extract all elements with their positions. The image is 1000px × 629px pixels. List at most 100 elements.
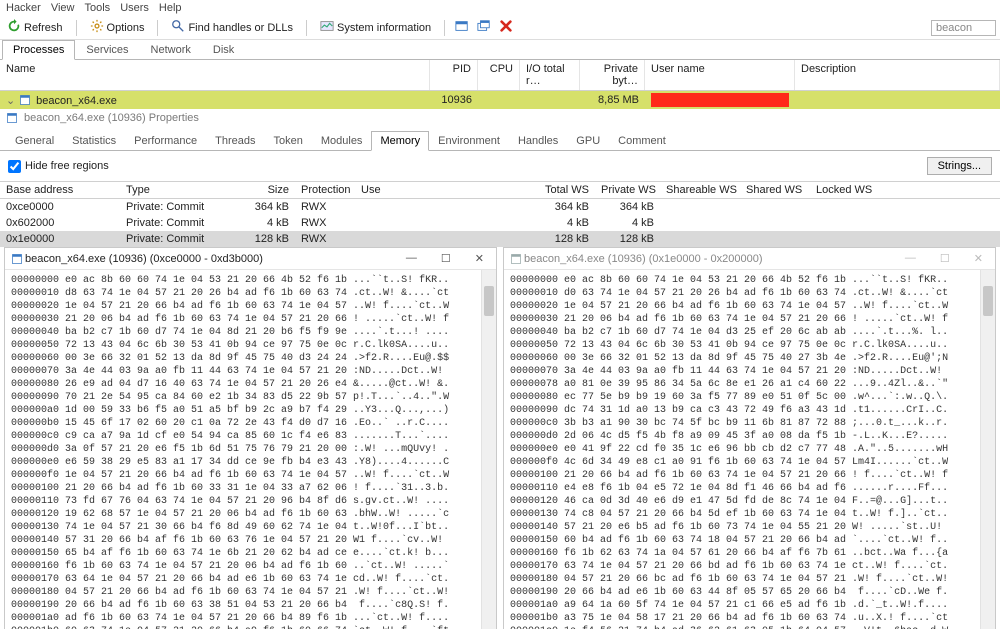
maximize-icon[interactable]: ☐: [435, 252, 457, 265]
close-icon[interactable]: ✕: [469, 252, 490, 265]
find-label: Find handles or DLLs: [188, 22, 293, 34]
search-input[interactable]: [931, 20, 996, 36]
properties-tabbar: General Statistics Performance Threads T…: [0, 131, 1000, 151]
tab-token[interactable]: Token: [265, 131, 312, 150]
tab-disk[interactable]: Disk: [202, 40, 245, 59]
process-cpu: [478, 99, 520, 101]
options-button[interactable]: Options: [87, 18, 148, 37]
col-cpu[interactable]: CPU: [478, 60, 520, 90]
process-list-header: Name PID CPU I/O total r… Private byt… U…: [0, 60, 1000, 91]
col-desc[interactable]: Description: [795, 60, 1000, 90]
menu-view[interactable]: View: [51, 2, 75, 14]
hex-right-title: beacon_x64.exe (10936) (0x1e0000 - 0x200…: [524, 253, 763, 265]
properties-title-bar: beacon_x64.exe (10936) Properties: [0, 109, 1000, 127]
tree-collapse-icon[interactable]: ⌄: [6, 94, 16, 107]
window-icon: [11, 253, 23, 265]
menu-tools[interactable]: Tools: [85, 2, 111, 14]
col-private-ws[interactable]: Private WS: [595, 182, 660, 198]
toolbar: Refresh Options Find handles or DLLs Sys…: [0, 16, 1000, 40]
find-handles-button[interactable]: Find handles or DLLs: [168, 18, 296, 37]
scrollbar[interactable]: [481, 270, 496, 629]
process-io: [520, 99, 580, 101]
hex-left-title: beacon_x64.exe (10936) (0xce0000 - 0xd3b…: [25, 253, 263, 265]
chart-icon: [320, 19, 334, 36]
window-stack-icon[interactable]: [477, 19, 491, 36]
strings-button[interactable]: Strings...: [927, 157, 992, 175]
window-icon: [510, 253, 522, 265]
toolbar-divider: [76, 20, 77, 36]
col-size[interactable]: Size: [240, 182, 295, 198]
hide-free-checkbox[interactable]: [8, 160, 21, 173]
col-user[interactable]: User name: [645, 60, 795, 90]
menu-users[interactable]: Users: [120, 2, 149, 14]
hex-left-body[interactable]: 00000000 e0 ac 8b 60 60 74 1e 04 53 21 2…: [5, 270, 496, 629]
tab-processes[interactable]: Processes: [2, 40, 75, 60]
hide-free-label: Hide free regions: [25, 160, 109, 172]
memory-table-header: Base address Type Size Protection Use To…: [0, 181, 1000, 199]
process-icon: [19, 94, 31, 106]
tab-memory[interactable]: Memory: [371, 131, 429, 151]
hex-window-left: beacon_x64.exe (10936) (0xce0000 - 0xd3b…: [4, 247, 497, 629]
process-row[interactable]: ⌄ beacon_x64.exe 10936 8,85 MB: [0, 91, 1000, 109]
refresh-label: Refresh: [24, 22, 63, 34]
memory-row[interactable]: 0xce0000Private: Commit364 kBRWX364 kB36…: [0, 199, 1000, 215]
tab-general[interactable]: General: [6, 131, 63, 150]
col-name[interactable]: Name: [0, 60, 430, 90]
hex-right-body[interactable]: 00000000 e0 ac 8b 60 60 74 1e 04 53 21 2…: [504, 270, 995, 629]
tab-network[interactable]: Network: [140, 40, 202, 59]
sysinfo-button[interactable]: System information: [317, 18, 434, 37]
sysinfo-label: System information: [337, 22, 431, 34]
col-base-address[interactable]: Base address: [0, 182, 120, 198]
toolbar-divider: [157, 20, 158, 36]
close-red-icon[interactable]: [499, 19, 513, 36]
gear-icon: [90, 19, 104, 36]
memory-row[interactable]: 0x602000Private: Commit4 kBRWX4 kB4 kB: [0, 215, 1000, 231]
hex-right-titlebar[interactable]: beacon_x64.exe (10936) (0x1e0000 - 0x200…: [504, 248, 995, 270]
minimize-icon[interactable]: —: [400, 252, 423, 265]
search-icon: [171, 19, 185, 36]
memory-row[interactable]: 0x1e0000Private: Commit128 kBRWX128 kB12…: [0, 231, 1000, 247]
tab-handles[interactable]: Handles: [509, 131, 567, 150]
minimize-icon[interactable]: —: [899, 252, 922, 265]
col-shareable-ws[interactable]: Shareable WS: [660, 182, 740, 198]
col-protection[interactable]: Protection: [295, 182, 355, 198]
hex-left-dump: 00000000 e0 ac 8b 60 60 74 1e 04 53 21 2…: [5, 270, 496, 629]
process-user-redacted: [645, 92, 795, 108]
properties-title: beacon_x64.exe (10936) Properties: [24, 112, 199, 124]
process-name: beacon_x64.exe: [36, 95, 117, 107]
window-icon[interactable]: [455, 19, 469, 36]
tab-gpu[interactable]: GPU: [567, 131, 609, 150]
col-io[interactable]: I/O total r…: [520, 60, 580, 90]
menu-help[interactable]: Help: [159, 2, 182, 14]
main-tabbar: Processes Services Network Disk: [0, 40, 1000, 60]
hex-viewers: beacon_x64.exe (10936) (0xce0000 - 0xd3b…: [0, 247, 1000, 629]
process-pid: 10936: [430, 93, 478, 107]
tab-environment[interactable]: Environment: [429, 131, 509, 150]
maximize-icon[interactable]: ☐: [934, 252, 956, 265]
menu-hacker[interactable]: Hacker: [6, 2, 41, 14]
refresh-icon: [7, 19, 21, 36]
close-icon[interactable]: ✕: [968, 252, 989, 265]
hide-free-regions-checkbox[interactable]: Hide free regions: [8, 160, 109, 173]
tab-performance[interactable]: Performance: [125, 131, 206, 150]
hex-left-titlebar[interactable]: beacon_x64.exe (10936) (0xce0000 - 0xd3b…: [5, 248, 496, 270]
col-pid[interactable]: PID: [430, 60, 478, 90]
toolbar-divider: [306, 20, 307, 36]
col-shared-ws[interactable]: Shared WS: [740, 182, 810, 198]
col-pb[interactable]: Private byt…: [580, 60, 645, 90]
tab-services[interactable]: Services: [75, 40, 139, 59]
tab-statistics[interactable]: Statistics: [63, 131, 125, 150]
process-desc: [795, 99, 1000, 101]
refresh-button[interactable]: Refresh: [4, 18, 66, 37]
tab-comment[interactable]: Comment: [609, 131, 675, 150]
scrollbar[interactable]: [980, 270, 995, 629]
col-locked-ws[interactable]: Locked WS: [810, 182, 890, 198]
col-use[interactable]: Use: [355, 182, 535, 198]
col-total-ws[interactable]: Total WS: [535, 182, 595, 198]
col-type[interactable]: Type: [120, 182, 240, 198]
hex-window-right: beacon_x64.exe (10936) (0x1e0000 - 0x200…: [503, 247, 996, 629]
tab-threads[interactable]: Threads: [206, 131, 264, 150]
memory-options-row: Hide free regions Strings...: [0, 151, 1000, 181]
process-private-bytes: 8,85 MB: [580, 93, 645, 107]
tab-modules[interactable]: Modules: [312, 131, 372, 150]
